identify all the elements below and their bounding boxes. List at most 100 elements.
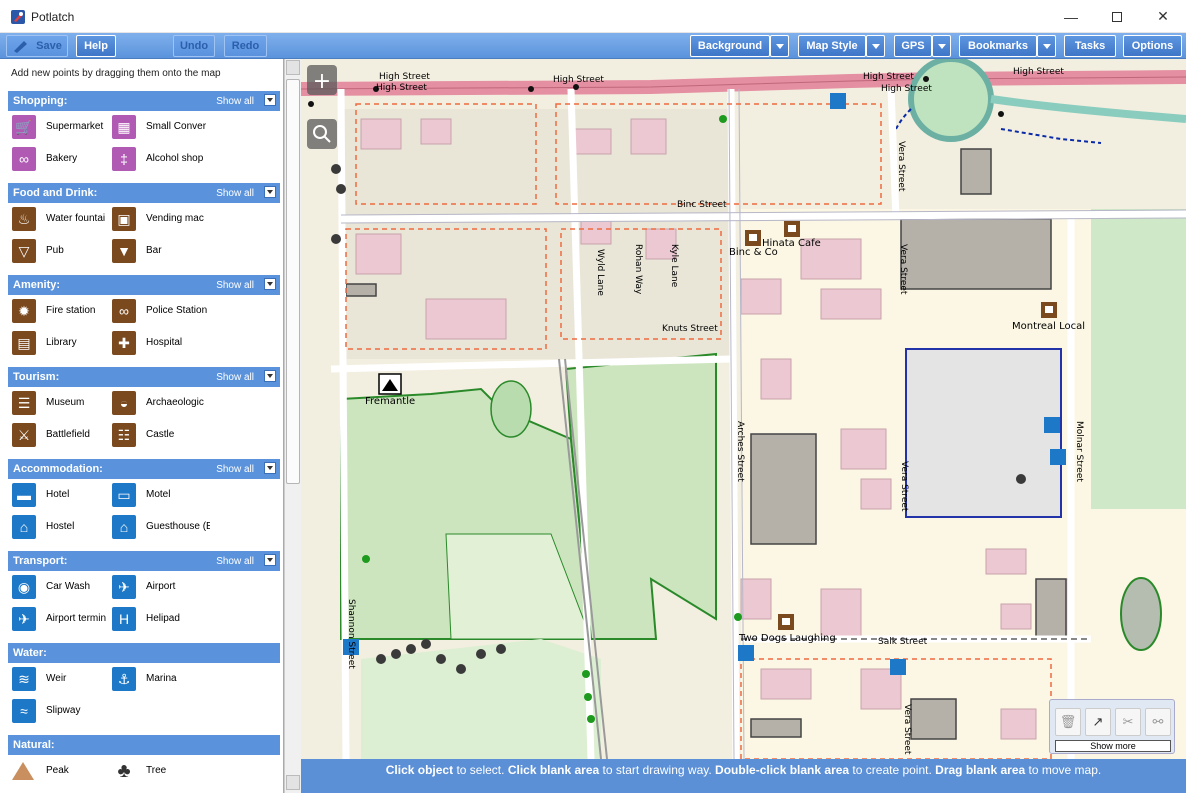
split-tool[interactable]: ✂ (1115, 708, 1141, 736)
bottle-icon[interactable]: ‡ (112, 147, 136, 171)
fire-icon[interactable]: ✹ (12, 299, 36, 323)
cafe-marker-icon[interactable] (778, 614, 794, 630)
poi-item[interactable]: ⚔ Battlefield (12, 423, 112, 447)
poi-item[interactable]: ▭ Motel (112, 483, 212, 507)
hostel-icon[interactable]: ⌂ (12, 515, 36, 539)
section-header[interactable]: Shopping: Show all (8, 91, 280, 111)
hospital-cross-icon[interactable]: ✚ (112, 331, 136, 355)
section-header[interactable]: Food and Drink: Show all (8, 183, 280, 203)
options-button[interactable]: Options (1123, 35, 1182, 57)
water-tap-icon[interactable]: ♨ (12, 207, 36, 231)
gps-dropdown[interactable] (932, 35, 951, 57)
scroll-up-button[interactable] (286, 60, 300, 75)
weir-icon[interactable]: ≋ (12, 667, 36, 691)
scroll-thumb[interactable] (286, 79, 300, 484)
anchor-icon[interactable]: ⚓ (112, 667, 136, 691)
sidebar-scrollbar[interactable] (284, 59, 301, 793)
handcuffs-icon[interactable]: ∞ (112, 299, 136, 323)
section-header[interactable]: Amenity: Show all (8, 275, 280, 295)
minimize-button[interactable]: — (1048, 0, 1094, 33)
car-wash-icon[interactable]: ◉ (12, 575, 36, 599)
section-dropdown-icon[interactable] (264, 462, 276, 474)
urn-icon[interactable]: ◒ (112, 391, 136, 415)
poi-item[interactable]: ♨ Water fountai (12, 207, 112, 231)
merge-tool[interactable]: ⚯ (1145, 708, 1171, 736)
poi-item[interactable]: ☷ Castle (112, 423, 212, 447)
cafe-marker-icon[interactable] (745, 230, 761, 246)
shopping-cart-icon[interactable]: 🛒 (12, 115, 36, 139)
straighten-tool[interactable]: ↗ (1085, 708, 1111, 736)
poi-item[interactable]: Peak (12, 759, 112, 783)
helipad-icon[interactable]: H (112, 607, 136, 631)
poi-item[interactable]: ✈ Airport (112, 575, 212, 599)
show-all-toggle[interactable]: Show all (216, 464, 254, 475)
map-rendering[interactable]: + High Street High Street High Street Hi… (301, 59, 1186, 759)
delete-tool[interactable]: 🗑 (1055, 708, 1081, 736)
poi-item[interactable]: ☰ Museum (12, 391, 112, 415)
help-button[interactable]: Help (76, 35, 116, 57)
close-button[interactable]: ✕ (1140, 0, 1186, 33)
airport-terminal-icon[interactable]: ✈ (12, 607, 36, 631)
peak-triangle-icon[interactable] (12, 762, 34, 780)
save-button[interactable]: Save (6, 35, 68, 57)
section-dropdown-icon[interactable] (264, 370, 276, 382)
section-dropdown-icon[interactable] (264, 278, 276, 290)
show-all-toggle[interactable]: Show all (216, 372, 254, 383)
bookmarks-button[interactable]: Bookmarks (959, 35, 1037, 57)
vending-machine-icon[interactable]: ▣ (112, 207, 136, 231)
poi-item[interactable]: ⌂ Hostel (12, 515, 112, 539)
cafe-marker-icon[interactable] (1041, 302, 1057, 318)
background-button[interactable]: Background (690, 35, 770, 57)
poi-item[interactable]: ≈ Slipway (12, 699, 112, 723)
slipway-icon[interactable]: ≈ (12, 699, 36, 723)
poi-item[interactable]: ≋ Weir (12, 667, 112, 691)
cocktail-icon[interactable]: ▼ (112, 239, 136, 263)
poi-item[interactable]: ✚ Hospital (112, 331, 212, 355)
section-header[interactable]: Transport: Show all (8, 551, 280, 571)
section-dropdown-icon[interactable] (264, 94, 276, 106)
map-style-button[interactable]: Map Style (798, 35, 866, 57)
scroll-down-button[interactable] (286, 775, 300, 790)
section-header[interactable]: Accommodation: Show all (8, 459, 280, 479)
poi-item[interactable]: ⌂ Guesthouse (E (112, 515, 212, 539)
motel-icon[interactable]: ▭ (112, 483, 136, 507)
section-header[interactable]: Natural: (8, 735, 280, 755)
section-header[interactable]: Water: (8, 643, 280, 663)
gps-button[interactable]: GPS (894, 35, 932, 57)
map-style-dropdown[interactable] (866, 35, 885, 57)
map-canvas[interactable]: + High Street High Street High Street Hi… (301, 59, 1186, 759)
bookmarks-dropdown[interactable] (1037, 35, 1056, 57)
airplane-icon[interactable]: ✈ (112, 575, 136, 599)
show-all-toggle[interactable]: Show all (216, 188, 254, 199)
poi-item[interactable]: ✈ Airport termin (12, 607, 112, 631)
redo-button[interactable]: Redo (224, 35, 267, 57)
show-all-toggle[interactable]: Show all (216, 556, 254, 567)
show-more-button[interactable]: Show more (1055, 740, 1171, 752)
pretzel-icon[interactable]: ∞ (12, 147, 36, 171)
poi-item[interactable]: ▬ Hotel (12, 483, 112, 507)
crossed-swords-icon[interactable]: ⚔ (12, 423, 36, 447)
castle-icon[interactable]: ☷ (112, 423, 136, 447)
poi-item[interactable]: ◉ Car Wash (12, 575, 112, 599)
hotel-bed-icon[interactable]: ▬ (12, 483, 36, 507)
museum-marker-icon[interactable] (378, 373, 402, 395)
beer-glass-icon[interactable]: ▽ (12, 239, 36, 263)
basket-icon[interactable]: ▦ (112, 115, 136, 139)
poi-item[interactable]: ∞ Police Station (112, 299, 212, 323)
tree-icon[interactable]: ♣ (112, 759, 136, 783)
undo-button[interactable]: Undo (173, 35, 215, 57)
cafe-marker-icon[interactable] (784, 221, 800, 237)
poi-item[interactable]: 🛒 Supermarket (12, 115, 112, 139)
maximize-button[interactable] (1094, 0, 1140, 33)
museum-icon[interactable]: ☰ (12, 391, 36, 415)
poi-item[interactable]: ▤ Library (12, 331, 112, 355)
poi-item[interactable]: ♣ Tree (112, 759, 212, 783)
poi-item[interactable]: ∞ Bakery (12, 147, 112, 171)
poi-item[interactable]: ✹ Fire station (12, 299, 112, 323)
poi-item[interactable]: ▦ Small Conver (112, 115, 212, 139)
poi-item[interactable]: ▽ Pub (12, 239, 112, 263)
poi-item[interactable]: ◒ Archaeologic (112, 391, 212, 415)
poi-item[interactable]: ⚓ Marina (112, 667, 212, 691)
zoom-in-icon[interactable]: + (313, 69, 331, 94)
section-dropdown-icon[interactable] (264, 554, 276, 566)
